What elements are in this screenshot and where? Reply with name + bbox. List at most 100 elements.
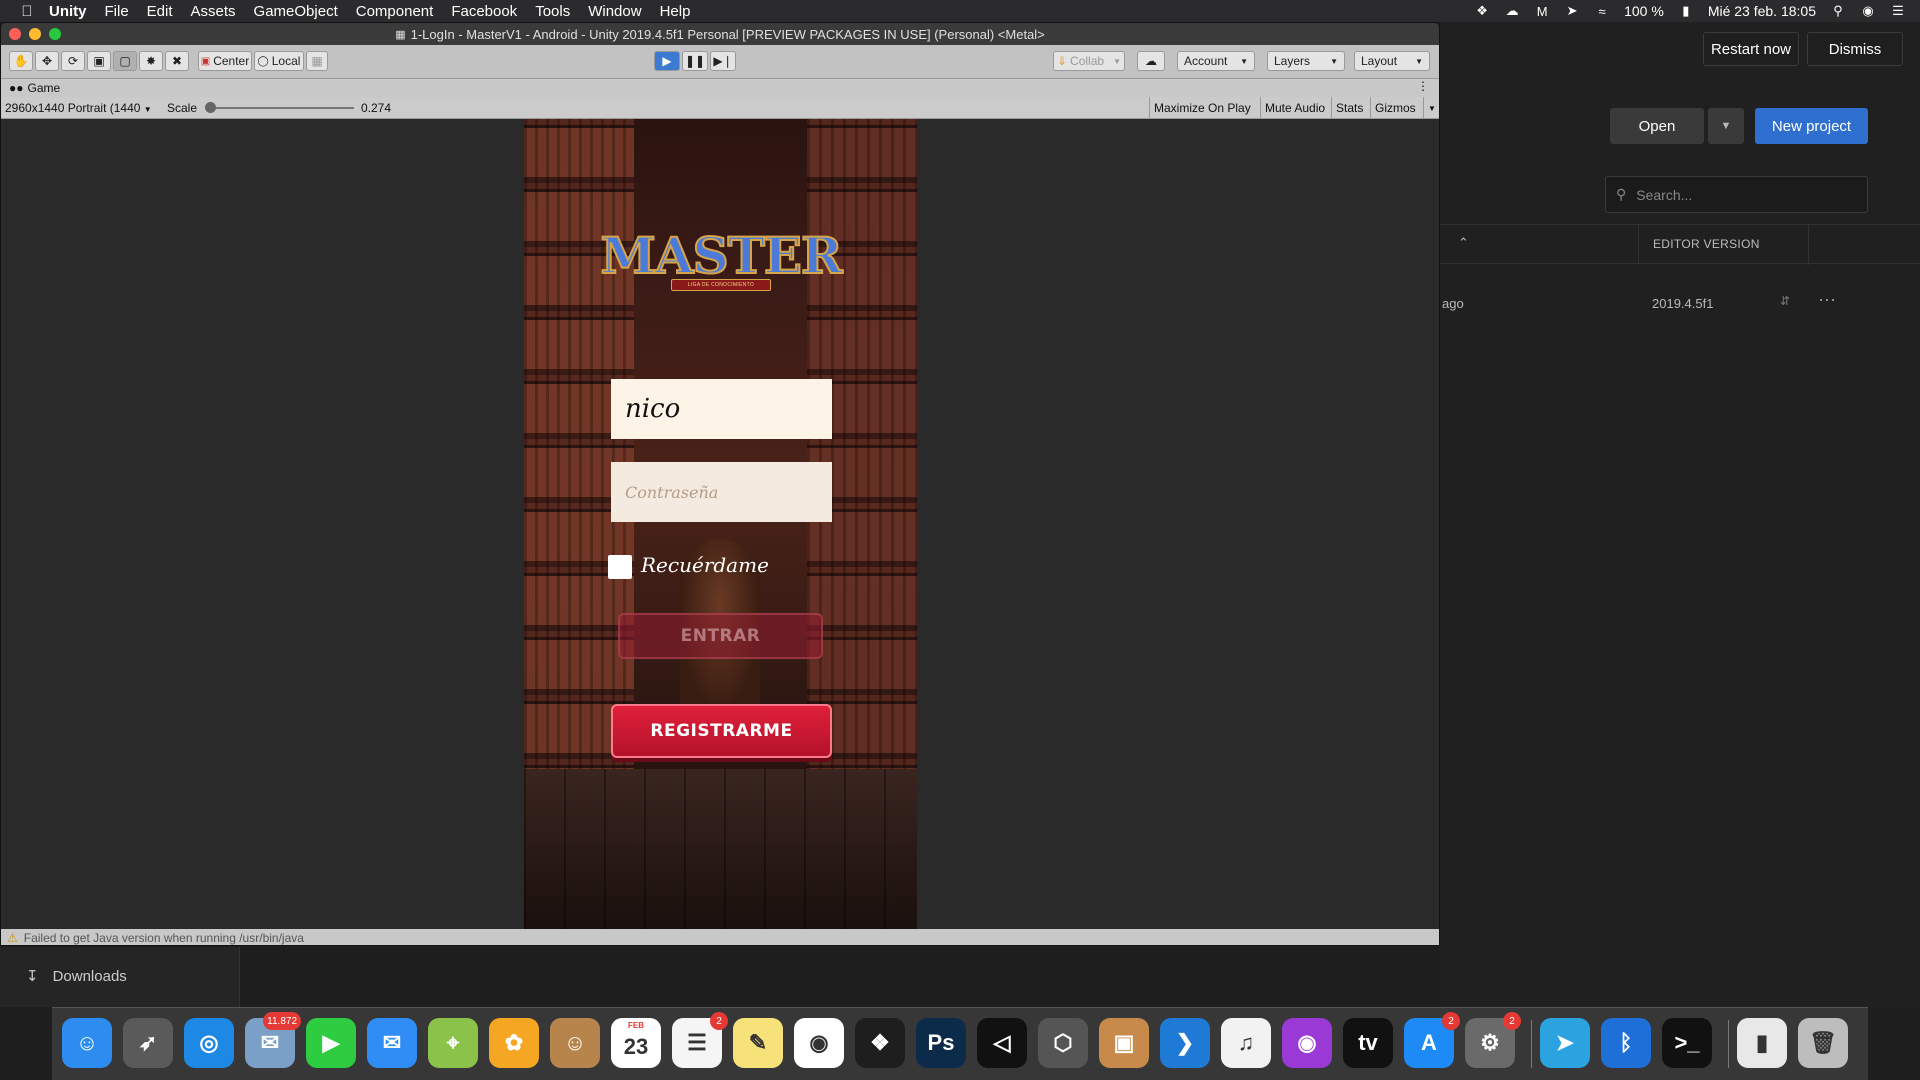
layout-dropdown[interactable]: Layout ▼: [1354, 51, 1430, 71]
gizmos-dropdown-icon[interactable]: ▼: [1423, 97, 1439, 119]
more-options-icon[interactable]: ⋯: [1818, 290, 1837, 311]
rotate-tool-icon[interactable]: ⟳: [61, 51, 85, 71]
reminders-icon[interactable]: ☰ 2: [672, 1012, 728, 1068]
wifi-icon[interactable]: ≈: [1594, 3, 1610, 19]
package-icon[interactable]: ▣: [1099, 1018, 1149, 1068]
close-window-icon[interactable]: [9, 28, 21, 40]
resolution-dropdown[interactable]: 2960x1440 Portrait (1440 ▼: [5, 101, 152, 115]
menu-component[interactable]: Component: [347, 3, 443, 20]
new-project-button[interactable]: New project: [1755, 108, 1868, 144]
step-button[interactable]: ▶❘: [710, 51, 736, 71]
photoshop-icon[interactable]: Ps: [916, 1018, 966, 1068]
bluetooth-icon[interactable]: ᛒ: [1601, 1018, 1651, 1068]
scale-tool-icon[interactable]: ▣: [87, 51, 111, 71]
launchpad-icon[interactable]: ➶: [123, 1018, 173, 1068]
battery-icon[interactable]: ▮: [1678, 3, 1694, 19]
login-button[interactable]: ENTRAR: [618, 613, 823, 659]
transform-tool-icon[interactable]: ✸: [139, 51, 163, 71]
play-button[interactable]: ▶: [654, 51, 680, 71]
spotlight-icon[interactable]: ⚲: [1830, 3, 1846, 19]
creative-cloud-icon[interactable]: ☁: [1504, 3, 1520, 19]
telegram-tray-icon[interactable]: ➤: [1564, 3, 1580, 19]
collab-dropdown[interactable]: ⇓ Collab ▼: [1053, 51, 1125, 71]
chrome-icon[interactable]: ◉: [794, 1018, 844, 1068]
minimize-window-icon[interactable]: [29, 28, 41, 40]
contacts-icon[interactable]: ☺: [550, 1018, 600, 1068]
appletv-icon[interactable]: tv: [1343, 1018, 1393, 1068]
menu-edit[interactable]: Edit: [138, 3, 182, 20]
tab-game[interactable]: ●● Game ⋮: [1, 79, 1439, 97]
menu-assets[interactable]: Assets: [182, 3, 245, 20]
mute-audio-toggle[interactable]: Mute Audio: [1260, 97, 1329, 119]
version-select-icon[interactable]: ⇵: [1780, 294, 1790, 308]
sort-caret-icon[interactable]: ⌃: [1458, 235, 1469, 251]
menu-file[interactable]: File: [96, 3, 138, 20]
battery-percent[interactable]: 100 %: [1624, 3, 1664, 19]
scale-slider[interactable]: [209, 107, 354, 109]
photos-icon[interactable]: ✿: [489, 1018, 539, 1068]
snap-icon[interactable]: ▦: [306, 51, 328, 71]
editor-version-cell[interactable]: 2019.4.5f1: [1652, 296, 1713, 311]
control-center-icon[interactable]: ☰: [1890, 3, 1906, 19]
maps-icon[interactable]: ⌖: [428, 1018, 478, 1068]
messages-icon[interactable]: ✉: [367, 1018, 417, 1068]
mail-icon[interactable]: ✉ 11.872: [245, 1012, 301, 1068]
unity-hub-icon[interactable]: ⬡: [1038, 1018, 1088, 1068]
menu-window[interactable]: Window: [579, 3, 650, 20]
sidebar-item-downloads[interactable]: ↧ Downloads: [26, 967, 127, 986]
search-input[interactable]: ⚲ Search...: [1605, 176, 1868, 213]
open-button[interactable]: Open: [1610, 108, 1704, 144]
gizmos-toggle[interactable]: Gizmos: [1370, 97, 1420, 119]
menu-app[interactable]: Unity: [40, 3, 96, 20]
move-tool-icon[interactable]: ✥: [35, 51, 59, 71]
unity-icon[interactable]: ◁: [977, 1018, 1027, 1068]
hand-tool-icon[interactable]: ✋: [9, 51, 33, 71]
menu-help[interactable]: Help: [651, 3, 700, 20]
facetime-icon[interactable]: ▶: [306, 1018, 356, 1068]
restart-now-button[interactable]: Restart now: [1703, 32, 1799, 66]
telegram-icon[interactable]: ➤: [1540, 1018, 1590, 1068]
safari-icon[interactable]: ◎: [184, 1018, 234, 1068]
register-button[interactable]: REGISTRARME: [611, 704, 832, 758]
custom-tool-icon[interactable]: ✖: [165, 51, 189, 71]
terminal-icon[interactable]: >_: [1662, 1018, 1712, 1068]
layers-dropdown[interactable]: Layers ▼: [1267, 51, 1345, 71]
open-dropdown-icon[interactable]: ▼: [1708, 108, 1744, 144]
remember-me-checkbox[interactable]: [608, 555, 632, 579]
music-icon[interactable]: ♫: [1221, 1018, 1271, 1068]
scale-slider-handle[interactable]: [205, 102, 216, 113]
dismiss-button[interactable]: Dismiss: [1807, 32, 1903, 66]
password-input[interactable]: Contraseña: [611, 462, 832, 522]
trash-icon[interactable]: 🗑: [1798, 1018, 1848, 1068]
pause-button[interactable]: ❚❚: [682, 51, 708, 71]
menu-tools[interactable]: Tools: [526, 3, 579, 20]
pivot-local-toggle[interactable]: ◯ Local: [254, 51, 304, 71]
finder-icon[interactable]: ☺: [62, 1018, 112, 1068]
tab-menu-icon[interactable]: ⋮: [1417, 79, 1429, 93]
m-app-icon[interactable]: M: [1534, 3, 1550, 19]
editor-version-header[interactable]: EDITOR VERSION: [1653, 237, 1760, 251]
pivot-center-toggle[interactable]: ▣ Center: [198, 51, 252, 71]
dropbox-icon[interactable]: ❖: [1474, 3, 1490, 19]
notes-icon[interactable]: ✎: [733, 1018, 783, 1068]
apple-icon[interactable]: : [14, 3, 40, 20]
system-preferences-icon[interactable]: ⚙ 2: [1465, 1012, 1521, 1068]
figma-icon[interactable]: ❖: [855, 1018, 905, 1068]
appstore-icon[interactable]: A2: [1404, 1012, 1460, 1068]
podcasts-icon[interactable]: ◉: [1282, 1018, 1332, 1068]
stats-toggle[interactable]: Stats: [1331, 97, 1367, 119]
maximize-on-play-toggle[interactable]: Maximize On Play: [1149, 97, 1255, 119]
menu-gameobject[interactable]: GameObject: [245, 3, 347, 20]
rect-tool-icon[interactable]: ▢: [113, 51, 137, 71]
archive-icon[interactable]: ▮: [1737, 1018, 1787, 1068]
cloud-icon[interactable]: ☁: [1137, 51, 1165, 71]
calendar-icon[interactable]: FEB 23: [611, 1018, 661, 1068]
menu-facebook[interactable]: Facebook: [442, 3, 526, 20]
clock[interactable]: Mié 23 feb. 18:05: [1708, 3, 1816, 19]
siri-icon[interactable]: ◉: [1860, 3, 1876, 19]
zoom-window-icon[interactable]: [49, 28, 61, 40]
vscode-icon[interactable]: ❯: [1160, 1018, 1210, 1068]
account-dropdown[interactable]: Account ▼: [1177, 51, 1255, 71]
username-input[interactable]: nico: [611, 379, 832, 439]
console-status-bar[interactable]: ⚠ Failed to get Java version when runnin…: [1, 929, 1439, 945]
